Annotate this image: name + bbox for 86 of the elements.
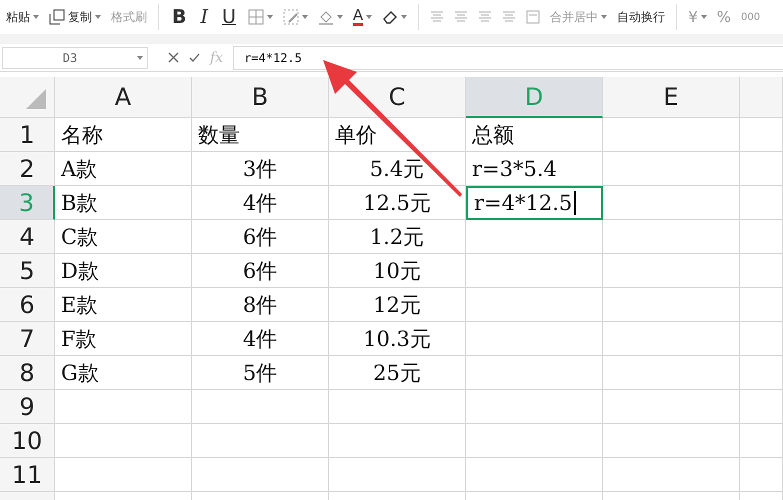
table-cell: D款 <box>55 254 192 288</box>
underline-button[interactable]: U <box>218 6 240 28</box>
table-cell: 10.3元 <box>329 322 466 356</box>
table-cell: 25元 <box>329 356 466 390</box>
caret-icon <box>137 56 143 60</box>
table-cell <box>740 288 783 322</box>
font-color-button[interactable]: A <box>350 8 374 26</box>
table-cell <box>740 220 783 254</box>
select-all-corner[interactable] <box>0 77 55 118</box>
eraser-icon <box>382 9 398 25</box>
table-cell: F款 <box>55 322 192 356</box>
table-cell: 3件 <box>192 152 329 186</box>
row-header[interactable]: 7 <box>0 322 55 356</box>
italic-button[interactable]: I <box>196 6 212 28</box>
pencil-grid-icon <box>282 9 299 25</box>
table-cell <box>740 254 783 288</box>
row-header[interactable]: 1 <box>0 118 55 152</box>
table-cell <box>740 186 783 220</box>
table-cell: 10元 <box>329 254 466 288</box>
caret-icon <box>401 15 408 19</box>
caret-icon <box>336 15 343 19</box>
table-cell: C款 <box>55 220 192 254</box>
table-cell: A款 <box>55 152 192 186</box>
table-cell <box>740 390 783 424</box>
align-lines-icon <box>454 11 468 23</box>
row-header[interactable]: 5 <box>0 254 55 288</box>
align-lines-icon <box>430 11 444 23</box>
row-header[interactable]: 10 <box>0 424 55 458</box>
table-cell: r=3*5.4 <box>466 152 603 186</box>
grid-icon <box>248 9 264 25</box>
table-cell: 数量 <box>192 118 329 152</box>
align-lines-icon <box>502 11 516 23</box>
caret-icon <box>266 15 273 19</box>
formula-field[interactable]: r=4*12.5 <box>233 46 783 70</box>
cancel-icon[interactable] <box>168 52 179 63</box>
table-cell <box>740 118 783 152</box>
table-cell: 总额 <box>466 118 603 152</box>
caret-icon <box>366 15 372 19</box>
table-cell <box>740 458 783 492</box>
column-header[interactable]: C <box>329 77 466 118</box>
caret-icon <box>33 15 39 19</box>
table-cell: 8件 <box>192 288 329 322</box>
table-cell[interactable]: r=4*12.5 <box>466 186 603 220</box>
align-lines-icon <box>478 11 492 23</box>
table-cell: 6件 <box>192 254 329 288</box>
table-cell <box>740 356 783 390</box>
column-header[interactable]: E <box>603 77 740 118</box>
table-cell <box>740 152 783 186</box>
borders-button[interactable] <box>246 9 275 25</box>
border-style-button[interactable] <box>280 9 310 25</box>
bold-button[interactable]: B <box>168 6 190 28</box>
table-cell: 12元 <box>329 288 466 322</box>
column-header[interactable]: B <box>192 77 329 118</box>
row-header[interactable]: 2 <box>0 152 55 186</box>
table-cell: 4件 <box>192 322 329 356</box>
table-cell: G款 <box>55 356 192 390</box>
table-cell: 5件 <box>192 356 329 390</box>
row-header[interactable]: 6 <box>0 288 55 322</box>
fit-width-icon <box>526 10 540 24</box>
table-cell: B款 <box>55 186 192 220</box>
copy-button[interactable]: 复制 <box>47 8 103 26</box>
table-cell <box>740 322 783 356</box>
row-header[interactable]: 11 <box>0 458 55 492</box>
fit-width-button[interactable] <box>524 10 542 24</box>
caret-icon <box>601 15 608 19</box>
table-cell: E款 <box>55 288 192 322</box>
paint-bucket-icon <box>318 9 334 25</box>
row-header[interactable]: 4 <box>0 220 55 254</box>
caret-icon <box>95 15 101 19</box>
table-cell: 4件 <box>192 186 329 220</box>
check-icon[interactable] <box>189 52 200 62</box>
table-cell: 1.2元 <box>329 220 466 254</box>
column-header[interactable] <box>740 77 783 118</box>
table-cell <box>740 424 783 458</box>
wrap-text-button[interactable]: 自动换行 <box>615 8 668 26</box>
name-box[interactable]: D3 <box>2 46 148 68</box>
table-cell: 名称 <box>55 118 192 152</box>
copy-icon <box>49 9 65 25</box>
row-header[interactable]: 9 <box>0 390 55 424</box>
column-header[interactable]: A <box>55 77 192 118</box>
corner-triangle-icon <box>26 89 46 109</box>
paste-button[interactable]: 粘贴 <box>4 8 41 26</box>
caret-icon <box>302 15 308 19</box>
caret-icon <box>700 15 707 19</box>
row-header[interactable]: 8 <box>0 356 55 390</box>
table-cell: 6件 <box>192 220 329 254</box>
